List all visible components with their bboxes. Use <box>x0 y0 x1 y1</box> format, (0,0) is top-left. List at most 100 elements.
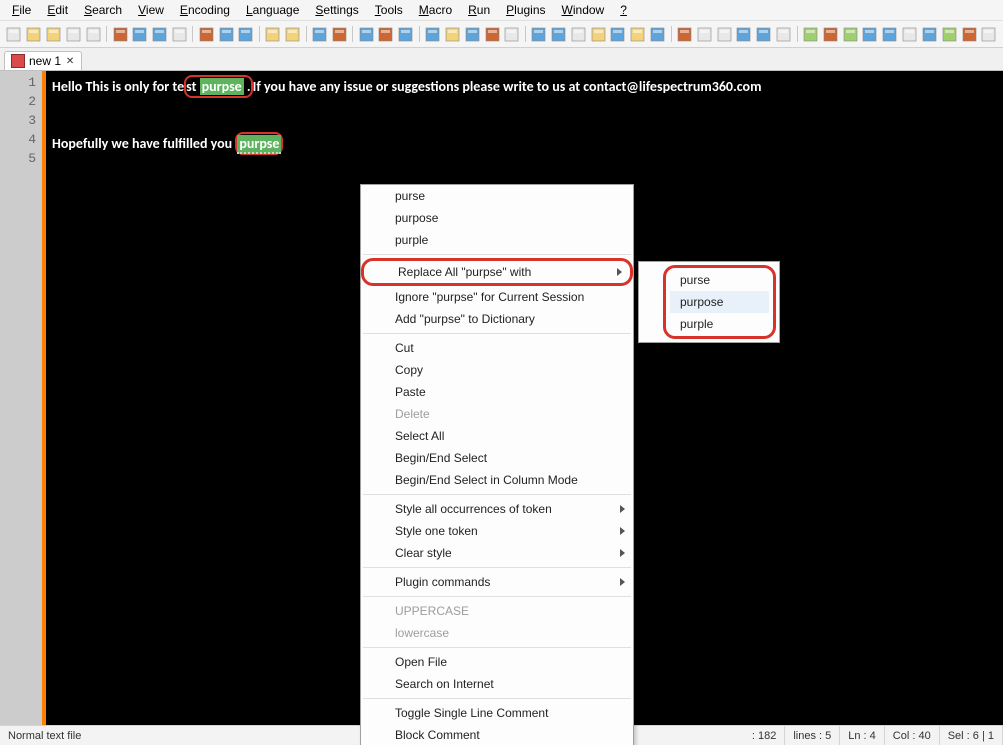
toolbar-button[interactable] <box>397 25 415 43</box>
close-tab-icon[interactable]: ✕ <box>65 56 75 66</box>
status-filetype: Normal text file <box>0 726 417 745</box>
toolbar-button[interactable] <box>377 25 395 43</box>
toolbar-button[interactable] <box>569 25 587 43</box>
toggle-line-comment-menuitem[interactable]: Toggle Single Line Comment <box>361 702 633 724</box>
toolbar-button[interactable] <box>861 25 879 43</box>
toolbar-button[interactable] <box>920 25 938 43</box>
replace-option[interactable]: purple <box>670 313 769 335</box>
menu-search[interactable]: Search <box>76 1 130 19</box>
toolbar-button[interactable] <box>960 25 978 43</box>
menu-plugins[interactable]: Plugins <box>498 1 553 19</box>
select-all-menuitem[interactable]: Select All <box>361 425 633 447</box>
toolbar-button[interactable] <box>111 25 129 43</box>
toolbar-button[interactable] <box>775 25 793 43</box>
toolbar-button[interactable] <box>695 25 713 43</box>
begin-end-select-col-menuitem[interactable]: Begin/End Select in Column Mode <box>361 469 633 491</box>
toolbar-button[interactable] <box>443 25 461 43</box>
cut-menuitem[interactable]: Cut <box>361 337 633 359</box>
toolbar-button[interactable] <box>503 25 521 43</box>
selected-misspelled-word[interactable]: purpse <box>237 135 281 154</box>
spell-suggestion[interactable]: purpose <box>361 207 633 229</box>
menu-view[interactable]: View <box>130 1 172 19</box>
plugin-commands-menuitem[interactable]: Plugin commands <box>361 571 633 593</box>
context-menu[interactable]: purse purpose purple Replace All "purpse… <box>360 184 634 745</box>
search-internet-menuitem[interactable]: Search on Internet <box>361 673 633 695</box>
menu-?[interactable]: ? <box>612 1 635 19</box>
toolbar-button[interactable] <box>901 25 919 43</box>
toolbar-button[interactable] <box>483 25 501 43</box>
ignore-session-menuitem[interactable]: Ignore "purpse" for Current Session <box>361 286 633 308</box>
toolbar-button[interactable] <box>649 25 667 43</box>
menu-bar: FileEditSearchViewEncodingLanguageSettin… <box>0 0 1003 21</box>
toolbar-button[interactable] <box>237 25 255 43</box>
toolbar-button[interactable] <box>676 25 694 43</box>
toolbar-button[interactable] <box>589 25 607 43</box>
block-comment-menuitem[interactable]: Block Comment <box>361 724 633 745</box>
menu-file[interactable]: File <box>4 1 39 19</box>
toolbar-icon <box>571 27 586 42</box>
toolbar-button[interactable] <box>802 25 820 43</box>
toolbar-button[interactable] <box>45 25 63 43</box>
toolbar-icon <box>862 27 877 42</box>
toolbar-button[interactable] <box>5 25 23 43</box>
lowercase-menuitem: lowercase <box>361 622 633 644</box>
begin-end-select-menuitem[interactable]: Begin/End Select <box>361 447 633 469</box>
file-tab[interactable]: new 1 ✕ <box>4 51 82 70</box>
toolbar-button[interactable] <box>171 25 189 43</box>
toolbar-button[interactable] <box>311 25 329 43</box>
toolbar-button[interactable] <box>64 25 82 43</box>
menu-separator <box>363 494 631 495</box>
toolbar-button[interactable] <box>755 25 773 43</box>
toolbar-button[interactable] <box>715 25 733 43</box>
menu-edit[interactable]: Edit <box>39 1 76 19</box>
toolbar-button[interactable] <box>217 25 235 43</box>
toolbar-button[interactable] <box>629 25 647 43</box>
toolbar-icon <box>398 27 413 42</box>
paste-menuitem[interactable]: Paste <box>361 381 633 403</box>
menu-encoding[interactable]: Encoding <box>172 1 238 19</box>
toolbar-button[interactable] <box>940 25 958 43</box>
toolbar-button[interactable] <box>357 25 375 43</box>
toolbar-button[interactable] <box>881 25 899 43</box>
spell-suggestion[interactable]: purse <box>361 185 633 207</box>
add-dictionary-menuitem[interactable]: Add "purpse" to Dictionary <box>361 308 633 330</box>
toolbar-icon <box>591 27 606 42</box>
toolbar-button[interactable] <box>25 25 43 43</box>
toolbar-button[interactable] <box>264 25 282 43</box>
toolbar-icon <box>551 27 566 42</box>
spell-suggestion[interactable]: purple <box>361 229 633 251</box>
toolbar-button[interactable] <box>735 25 753 43</box>
toolbar-icon <box>962 27 977 42</box>
toolbar-button[interactable] <box>980 25 998 43</box>
replace-all-submenu[interactable]: purse purpose purple <box>638 261 780 343</box>
line-number: 3 <box>0 113 36 132</box>
toolbar-button[interactable] <box>463 25 481 43</box>
toolbar-button[interactable] <box>609 25 627 43</box>
menu-tools[interactable]: Tools <box>367 1 411 19</box>
replace-all-menuitem[interactable]: Replace All "purpse" with <box>361 258 633 286</box>
copy-menuitem[interactable]: Copy <box>361 359 633 381</box>
toolbar-button[interactable] <box>821 25 839 43</box>
menu-settings[interactable]: Settings <box>307 1 366 19</box>
open-file-menuitem[interactable]: Open File <box>361 651 633 673</box>
menu-window[interactable]: Window <box>554 1 613 19</box>
menu-macro[interactable]: Macro <box>411 1 460 19</box>
replace-option[interactable]: purpose <box>670 291 769 313</box>
toolbar-button[interactable] <box>550 25 568 43</box>
toolbar-button[interactable] <box>284 25 302 43</box>
toolbar-button[interactable] <box>84 25 102 43</box>
toolbar-button[interactable] <box>841 25 859 43</box>
toolbar-button[interactable] <box>131 25 149 43</box>
toolbar-button[interactable] <box>330 25 348 43</box>
toolbar-button[interactable] <box>424 25 442 43</box>
clear-style-menuitem[interactable]: Clear style <box>361 542 633 564</box>
menu-language[interactable]: Language <box>238 1 307 19</box>
toolbar-icon <box>504 27 519 42</box>
toolbar-button[interactable] <box>151 25 169 43</box>
toolbar-button[interactable] <box>197 25 215 43</box>
style-one-menuitem[interactable]: Style one token <box>361 520 633 542</box>
toolbar-button[interactable] <box>530 25 548 43</box>
style-all-menuitem[interactable]: Style all occurrences of token <box>361 498 633 520</box>
menu-run[interactable]: Run <box>460 1 498 19</box>
replace-option[interactable]: purse <box>670 269 769 291</box>
